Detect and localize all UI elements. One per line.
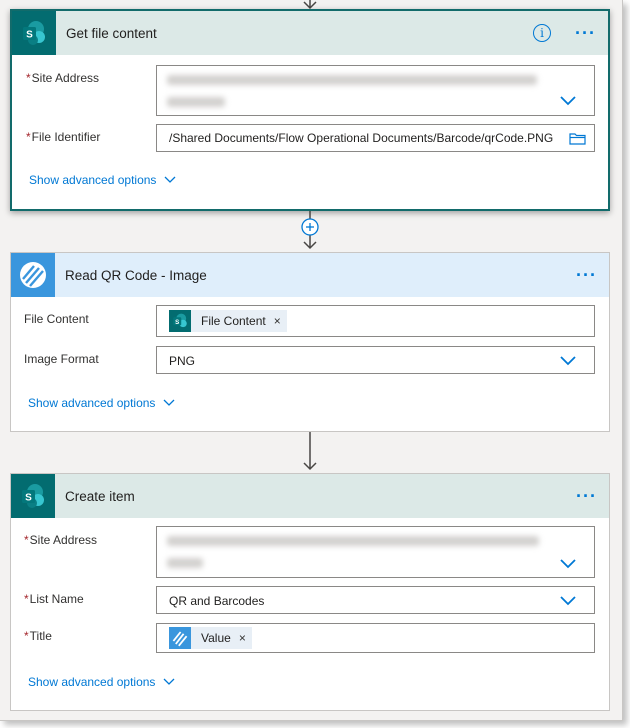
svg-text:S: S	[175, 319, 179, 326]
svg-text:S: S	[26, 30, 33, 41]
more-options-icon[interactable]: ···	[575, 24, 596, 42]
sharepoint-icon: S	[12, 11, 56, 55]
read-qr-header[interactable]: Read QR Code - Image ···	[11, 253, 609, 297]
advanced-label: Show advanced options	[28, 675, 156, 689]
blurred-text	[167, 536, 539, 546]
blurred-text	[167, 97, 225, 107]
chevron-down-icon[interactable]	[560, 596, 576, 606]
image-format-dropdown[interactable]: PNG	[156, 346, 595, 374]
title-field[interactable]: Value ×	[156, 623, 595, 653]
sharepoint-icon: S	[11, 474, 55, 518]
required-mark: *	[26, 130, 31, 144]
site-address-label: *Site Address	[26, 71, 99, 85]
card-title: Create item	[65, 488, 135, 504]
insert-step-connector[interactable]	[298, 211, 322, 251]
blurred-text	[167, 75, 537, 85]
sharepoint-icon: S	[169, 310, 191, 332]
remove-token-icon[interactable]: ×	[274, 314, 281, 328]
chevron-down-icon[interactable]	[560, 559, 576, 569]
advanced-label: Show advanced options	[29, 173, 157, 187]
more-options-icon[interactable]: ···	[576, 487, 597, 505]
required-mark: *	[24, 533, 29, 547]
folder-icon[interactable]	[569, 132, 586, 145]
site-address-label-text: Site Address	[31, 71, 100, 85]
token-label: File Content	[201, 314, 266, 328]
connector-arrow	[303, 432, 317, 471]
required-mark: *	[24, 629, 29, 643]
list-name-label: *List Name	[24, 592, 84, 606]
show-advanced-options-link[interactable]: Show advanced options	[28, 396, 175, 410]
list-name-label-text: List Name	[29, 592, 84, 606]
site-address-field[interactable]	[156, 65, 595, 116]
more-options-icon[interactable]: ···	[576, 266, 597, 284]
show-advanced-options-link[interactable]: Show advanced options	[29, 173, 176, 187]
file-identifier-field[interactable]: /Shared Documents/Flow Operational Docum…	[156, 124, 595, 152]
chevron-down-icon	[164, 176, 176, 183]
card-title: Read QR Code - Image	[65, 267, 207, 283]
file-identifier-label-text: File Identifier	[31, 130, 101, 144]
file-content-label: File Content	[24, 312, 89, 326]
file-identifier-label: *File Identifier	[26, 130, 100, 144]
file-content-field[interactable]: S File Content ×	[156, 305, 595, 337]
card-title: Get file content	[66, 25, 157, 41]
title-label: *Title	[24, 629, 52, 643]
list-name-value: QR and Barcodes	[169, 594, 265, 608]
file-content-token[interactable]: S File Content ×	[169, 310, 287, 332]
svg-text:S: S	[25, 493, 32, 504]
blurred-text	[167, 558, 203, 568]
site-address-label-text: Site Address	[29, 533, 98, 547]
value-token[interactable]: Value ×	[169, 627, 252, 649]
required-mark: *	[26, 71, 31, 85]
file-identifier-value: /Shared Documents/Flow Operational Docum…	[169, 131, 554, 145]
chevron-down-icon	[163, 678, 175, 685]
image-format-label: Image Format	[24, 352, 99, 366]
create-item-card[interactable]: S Create item ··· *Site Address *List Na…	[10, 473, 610, 711]
advanced-label: Show advanced options	[28, 396, 156, 410]
required-mark: *	[24, 592, 29, 606]
stripes-app-icon	[11, 253, 55, 297]
info-icon[interactable]: i	[533, 24, 552, 42]
chevron-down-icon	[163, 399, 175, 406]
title-label-text: Title	[29, 629, 52, 643]
get-file-content-card[interactable]: S Get file content i ··· *Site Address *…	[10, 9, 610, 211]
create-item-header[interactable]: S Create item ···	[11, 474, 609, 518]
read-qr-code-card[interactable]: Read QR Code - Image ··· File Content S …	[10, 252, 610, 432]
list-name-dropdown[interactable]: QR and Barcodes	[156, 586, 595, 614]
stripes-app-icon	[169, 627, 191, 649]
chevron-down-icon[interactable]	[560, 96, 576, 106]
token-label: Value	[201, 631, 231, 645]
remove-token-icon[interactable]: ×	[239, 631, 246, 645]
site-address-label: *Site Address	[24, 533, 97, 547]
site-address-field[interactable]	[156, 526, 595, 578]
flow-canvas: S Get file content i ··· *Site Address *…	[0, 0, 623, 721]
chevron-down-icon[interactable]	[560, 356, 576, 366]
show-advanced-options-link[interactable]: Show advanced options	[28, 675, 175, 689]
get-file-content-header[interactable]: S Get file content i ···	[12, 11, 608, 55]
image-format-value: PNG	[169, 354, 196, 368]
